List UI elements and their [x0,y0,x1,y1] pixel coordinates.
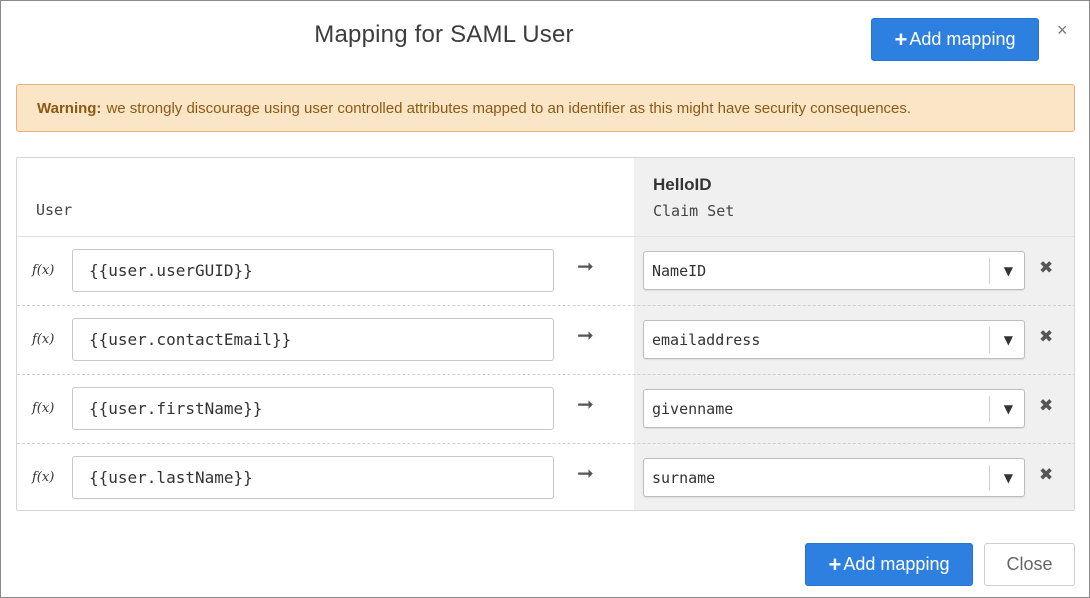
arrow-right-icon: ➞ [577,394,594,416]
warning-label: Warning: [37,99,102,117]
mapping-row: f(x) {{user.userGUID}} ➞ NameID ▼ ✖ [17,237,1074,306]
warning-text: we strongly discourage using user contro… [106,99,912,117]
expression-input[interactable]: {{user.lastName}} [72,456,554,499]
select-divider [989,258,990,284]
mapping-dialog: Mapping for SAML User + Add mapping × Wa… [0,0,1090,598]
remove-row-icon[interactable]: ✖ [1039,466,1053,483]
expression-input[interactable]: {{user.firstName}} [72,387,554,430]
claim-value: surname [652,469,716,487]
caret-down-icon[interactable]: ▼ [1004,471,1013,485]
function-icon: f(x) [32,332,55,347]
select-divider [989,396,990,422]
mapping-row: f(x) {{user.firstName}} ➞ givenname ▼ ✖ [17,375,1074,444]
expression-value: {{user.firstName}} [89,399,263,418]
dialog-title: Mapping for SAML User [314,21,574,48]
add-mapping-button-top[interactable]: + Add mapping [871,18,1039,61]
mapping-table: User HelloID Claim Set f(x) {{user.userG… [16,157,1075,511]
user-column-header: User [36,201,73,219]
claim-value: emailaddress [652,331,761,349]
expression-value: {{user.lastName}} [89,468,253,487]
claim-column-title: HelloID [653,175,712,194]
function-icon: f(x) [32,470,55,485]
close-icon[interactable]: × [1057,21,1068,39]
select-divider [989,465,990,491]
claim-value: NameID [652,262,707,280]
add-mapping-button-bottom[interactable]: + Add mapping [805,543,973,586]
arrow-right-icon: ➞ [577,463,594,485]
claim-select[interactable]: emailaddress ▼ [643,320,1025,359]
function-icon: f(x) [32,263,55,278]
caret-down-icon[interactable]: ▼ [1004,264,1013,278]
claim-select[interactable]: surname ▼ [643,458,1025,497]
remove-row-icon[interactable]: ✖ [1039,397,1053,414]
add-mapping-label: Add mapping [909,29,1016,49]
arrow-right-icon: ➞ [577,256,594,278]
select-divider [989,327,990,353]
close-button[interactable]: Close [984,543,1075,586]
function-icon: f(x) [32,401,55,416]
claim-select[interactable]: NameID ▼ [643,251,1025,290]
claim-select[interactable]: givenname ▼ [643,389,1025,428]
remove-row-icon[interactable]: ✖ [1039,328,1053,345]
plus-icon: + [828,551,842,577]
expression-value: {{user.userGUID}} [89,261,253,280]
caret-down-icon[interactable]: ▼ [1004,402,1013,416]
remove-row-icon[interactable]: ✖ [1039,259,1053,276]
plus-icon: + [894,26,908,52]
expression-input[interactable]: {{user.userGUID}} [72,249,554,292]
expression-input[interactable]: {{user.contactEmail}} [72,318,554,361]
arrow-right-icon: ➞ [577,325,594,347]
mapping-row: f(x) {{user.lastName}} ➞ surname ▼ ✖ [17,444,1074,510]
claim-column-subtitle: Claim Set [653,202,735,220]
warning-alert: Warning: we strongly discourage using us… [16,84,1075,132]
claim-value: givenname [652,400,734,418]
expression-value: {{user.contactEmail}} [89,330,292,349]
mapping-row: f(x) {{user.contactEmail}} ➞ emailaddres… [17,306,1074,375]
add-mapping-label: Add mapping [843,554,950,574]
caret-down-icon[interactable]: ▼ [1004,333,1013,347]
